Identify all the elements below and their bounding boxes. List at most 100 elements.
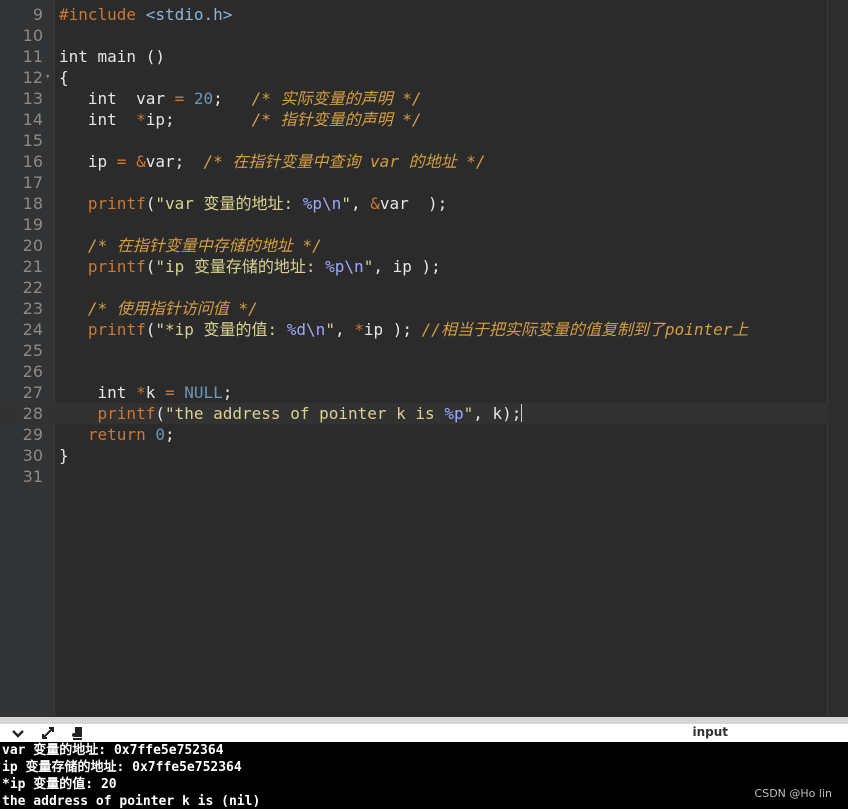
code-line[interactable]: 19 (0, 214, 828, 235)
code-token: #include (59, 5, 146, 24)
code-token: int var (59, 89, 175, 108)
code-token: ; (222, 383, 233, 402)
line-number: 9 (32, 5, 43, 24)
code-line[interactable]: 28 printf("the address of pointer k is %… (0, 403, 828, 424)
code-line[interactable]: 18 printf("var 变量的地址: %p\n", &var ); (0, 193, 828, 214)
code-text[interactable]: { (59, 67, 69, 88)
line-number: 11 (22, 47, 43, 66)
line-number: 19 (22, 215, 43, 234)
line-number: 26 (22, 362, 43, 381)
chevron-down-icon[interactable] (11, 724, 25, 742)
editor-scrollbar[interactable] (827, 0, 848, 717)
code-token: " (341, 194, 351, 213)
code-token: printf (87, 257, 146, 276)
code-token: = (164, 383, 175, 402)
console-header: input (0, 724, 848, 742)
code-text[interactable]: /* 在指针变量中存储的地址 */ (59, 235, 322, 256)
code-text[interactable]: int *k = NULL; (59, 382, 233, 403)
code-token: int main () (59, 47, 165, 66)
code-line[interactable]: 15 (0, 130, 828, 151)
expand-arrows-icon[interactable] (40, 724, 56, 742)
code-line[interactable]: 10 (0, 25, 828, 46)
code-line[interactable]: 29 return 0; (0, 424, 828, 445)
clear-icon[interactable] (70, 724, 86, 742)
code-line[interactable]: 27 int *k = NULL; (0, 382, 828, 403)
line-number: 30 (22, 446, 43, 465)
code-text[interactable]: printf("ip 变量存储的地址: %p\n", ip ); (59, 256, 441, 277)
console-title: input (692, 725, 728, 739)
console-line: var 变量的地址: 0x7ffe5e752364 (2, 743, 224, 758)
code-text[interactable]: int main () (59, 46, 165, 67)
code-token: return (87, 425, 146, 444)
code-token: %p (444, 404, 464, 423)
code-token: <stdio.h> (145, 5, 233, 24)
code-token: int (59, 110, 137, 129)
code-token: ip; (145, 110, 252, 129)
console-line: ip 变量存储的地址: 0x7ffe5e752364 (2, 760, 242, 775)
code-line[interactable]: 21 printf("ip 变量存储的地址: %p\n", ip ); (0, 256, 828, 277)
code-text[interactable]: return 0; (59, 424, 175, 445)
line-number: 10 (22, 26, 43, 45)
code-text[interactable]: /* 使用指针访问值 */ (59, 298, 258, 319)
watermark: CSDN @Ho lin (754, 787, 832, 800)
code-token: printf (97, 404, 156, 423)
code-token: 0 (155, 425, 165, 444)
code-text[interactable]: printf("var 变量的地址: %p\n", &var ); (59, 193, 447, 214)
panel-divider[interactable] (0, 717, 848, 724)
code-text[interactable]: printf("*ip 变量的值: %d\n", *ip ); //相当于把实际… (59, 319, 748, 340)
code-line[interactable]: 16 ip = &var; /* 在指针变量中查询 var 的地址 */ (0, 151, 828, 172)
code-editor[interactable]: 9 #include <stdio.h> 10 11 int main () 12 ▾ {13… (0, 0, 848, 717)
code-token: & (136, 152, 146, 171)
console-output[interactable]: var 变量的地址: 0x7ffe5e752364 ip 变量存储的地址: 0x7… (0, 742, 848, 809)
code-token: //相当于把实际变量的值复制到了pointer上 (421, 320, 749, 339)
code-token: %p\n (302, 194, 342, 213)
line-number: 20 (22, 236, 43, 255)
code-token: ( (155, 404, 165, 423)
line-number: 15 (22, 131, 43, 150)
code-line[interactable]: 31 (0, 466, 828, 487)
code-line[interactable]: 9 #include <stdio.h> (0, 4, 828, 25)
code-token: , ip ); (373, 257, 441, 276)
code-line[interactable]: 12 ▾ { (0, 67, 828, 88)
code-token: /* 使用指针访问值 */ (87, 299, 258, 318)
code-line[interactable]: 24 printf("*ip 变量的值: %d\n", *ip ); //相当于… (0, 319, 828, 340)
code-text[interactable]: printf("the address of pointer k is %p",… (59, 403, 523, 424)
code-token: 20 (193, 89, 214, 108)
line-number: 17 (22, 173, 43, 192)
code-token: int (59, 383, 137, 402)
code-line[interactable]: 20 /* 在指针变量中存储的地址 */ (0, 235, 828, 256)
line-number: 24 (22, 320, 43, 339)
code-text[interactable]: int *ip; /* 指针变量的声明 */ (59, 109, 422, 130)
code-line[interactable]: 17 (0, 172, 828, 193)
code-token: & (370, 194, 380, 213)
code-line[interactable]: 25 (0, 340, 828, 361)
code-token: /* 指针变量的声明 */ (251, 110, 422, 129)
line-number: 25 (22, 341, 43, 360)
code-line[interactable]: 13 int var = 20; /* 实际变量的声明 */ (0, 88, 828, 109)
code-token: } (59, 446, 69, 465)
line-number: 18 (22, 194, 43, 213)
code-line[interactable]: 26 (0, 361, 828, 382)
fold-marker-icon[interactable]: ▾ (45, 67, 50, 88)
code-token: * (136, 110, 146, 129)
code-token: %p\n (325, 257, 364, 276)
code-text[interactable]: #include <stdio.h> (59, 4, 232, 25)
code-line[interactable]: 14 int *ip; /* 指针变量的声明 */ (0, 109, 828, 130)
code-text[interactable]: int var = 20; /* 实际变量的声明 */ (59, 88, 422, 109)
text-caret (521, 404, 523, 422)
code-token: " (463, 404, 474, 423)
code-token: k (145, 383, 165, 402)
code-text[interactable]: ip = &var; /* 在指针变量中查询 var 的地址 */ (59, 151, 486, 172)
code-token: /* 实际变量的声明 */ (251, 89, 422, 108)
code-text[interactable]: } (59, 445, 69, 466)
code-line[interactable]: 30} (0, 445, 828, 466)
code-line[interactable]: 23 /* 使用指针访问值 */ (0, 298, 828, 319)
code-line[interactable]: 11 int main () (0, 46, 828, 67)
code-line[interactable]: 22 (0, 277, 828, 298)
